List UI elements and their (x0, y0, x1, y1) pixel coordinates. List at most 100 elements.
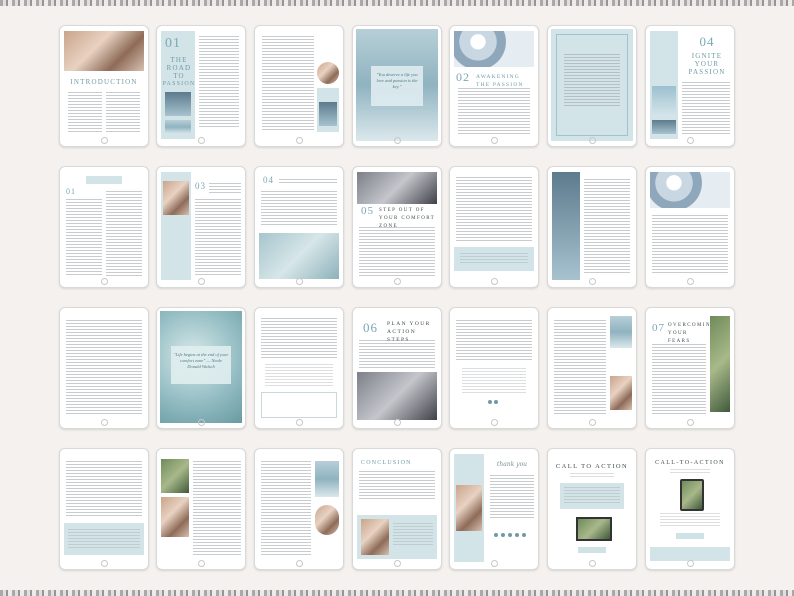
page-action-steps[interactable]: 06 PLAN YOUR ACTION STEPS (352, 307, 442, 429)
page-thank-you[interactable]: thank you (449, 448, 539, 570)
page-call-to-action[interactable]: CALL TO ACTION (547, 448, 637, 570)
page-road-to-passion[interactable]: 01 THE ROAD TO PASSION (156, 25, 246, 147)
page-text-boxes[interactable] (254, 307, 344, 429)
photo-portrait (456, 485, 482, 531)
quote-text: "You deserve a life you love and passion… (376, 72, 418, 89)
photo-plants (710, 316, 730, 412)
photo-flowers (454, 31, 534, 67)
social-icon[interactable] (515, 533, 519, 537)
home-button-icon (101, 137, 108, 144)
quote-mark-icon (488, 400, 492, 404)
text-block (195, 199, 241, 275)
photo-portrait (317, 62, 339, 84)
device-mockup (576, 517, 612, 541)
home-button-icon (589, 278, 596, 285)
page-text-photos-right[interactable] (254, 448, 344, 570)
home-button-icon (687, 560, 694, 567)
photo-portrait (315, 505, 339, 535)
page-photo-column[interactable] (156, 448, 246, 570)
page-awakening[interactable]: 02 AWAKENING THE PASSION (449, 25, 539, 147)
photo (652, 120, 676, 134)
quote-mark-icon (494, 400, 498, 404)
conclusion-heading: CONCLUSION (361, 460, 412, 466)
page-conclusion[interactable]: CONCLUSION (352, 448, 442, 570)
page-quote-life[interactable]: "Life begins at the end of your comfort … (156, 307, 246, 429)
home-button-icon (394, 560, 401, 567)
text-block (262, 36, 314, 132)
text-block (682, 82, 730, 134)
social-icon[interactable] (494, 533, 498, 537)
heading-text (279, 179, 337, 184)
tablet-mockup (680, 479, 704, 511)
text-block (458, 88, 530, 134)
photo-ocean (552, 172, 580, 280)
panel-text (393, 523, 433, 547)
cta-heading: CALL-TO-ACTION (655, 460, 725, 466)
decorative-bottom-border (0, 590, 794, 596)
page-comfort-zone[interactable]: 05 STEP OUT OF YOUR COMFORT ZONE (352, 166, 442, 288)
page-chapter-04[interactable]: 04 (254, 166, 344, 288)
text-block (456, 320, 532, 360)
quote-lines (460, 253, 528, 265)
social-icon[interactable] (508, 533, 512, 537)
chapter-number: 01 (165, 36, 181, 51)
home-button-icon (101, 560, 108, 567)
page-flowers-text[interactable] (645, 166, 735, 288)
home-button-icon (589, 137, 596, 144)
cta-heading: CALL TO ACTION (555, 463, 629, 470)
script-label (86, 176, 122, 184)
page-quote[interactable]: "You deserve a life you love and passion… (352, 25, 442, 147)
page-ignite[interactable]: 04 IGNITE YOUR PASSION (645, 25, 735, 147)
page-chapter-03[interactable]: 03 (156, 166, 246, 288)
cta-button[interactable] (676, 533, 704, 539)
photo-book (163, 181, 189, 215)
home-button-icon (491, 560, 498, 567)
chapter-number: 04 (699, 34, 715, 49)
thank-you-script: thank you (496, 461, 528, 468)
chapter-number: 04 (263, 175, 274, 185)
title-line: THE (170, 56, 188, 64)
page-two-column[interactable]: 01 (59, 166, 149, 288)
home-button-icon (491, 137, 498, 144)
photo-women (64, 31, 144, 71)
cta-text (564, 487, 620, 505)
page-overcoming[interactable]: 07 OVERCOMING YOUR FEARS (645, 307, 735, 429)
home-button-icon (296, 278, 303, 285)
text-block (652, 344, 706, 416)
home-button-icon (296, 560, 303, 567)
text-block (584, 179, 630, 275)
quote-text: "Life begins at the end of your comfort … (173, 352, 229, 369)
text-block (359, 227, 435, 277)
page-text-bottom-box[interactable] (59, 448, 149, 570)
page-photo-strip[interactable] (547, 307, 637, 429)
title-line: ROAD (166, 64, 192, 72)
home-button-icon (687, 419, 694, 426)
page-text-quote-2[interactable] (449, 307, 539, 429)
photo-woman-laptop (357, 372, 437, 420)
text-block (199, 36, 239, 128)
footer-band (650, 547, 730, 561)
home-button-icon (198, 137, 205, 144)
page-text-photo[interactable] (254, 25, 344, 147)
title-line: YOUR (694, 60, 720, 68)
photo-hands (319, 102, 337, 126)
text-block (261, 318, 337, 358)
page-text-quote[interactable] (449, 166, 539, 288)
page-photo-side[interactable] (547, 166, 637, 288)
text-block (261, 191, 337, 227)
page-call-to-action-2[interactable]: CALL-TO-ACTION (645, 448, 735, 570)
page-framed-text[interactable] (547, 25, 637, 147)
text-block (652, 215, 728, 275)
social-icon[interactable] (501, 533, 505, 537)
outlined-box (261, 392, 337, 418)
text-block (261, 461, 311, 557)
text-block (359, 340, 435, 368)
quote-lines (462, 368, 526, 394)
text-block (265, 364, 333, 388)
heading-text (209, 183, 241, 193)
social-icon[interactable] (522, 533, 526, 537)
cta-button[interactable] (578, 547, 606, 553)
title-line: IGNITE (691, 52, 723, 60)
page-long-text[interactable] (59, 307, 149, 429)
page-introduction[interactable]: INTRODUCTION (59, 25, 149, 147)
